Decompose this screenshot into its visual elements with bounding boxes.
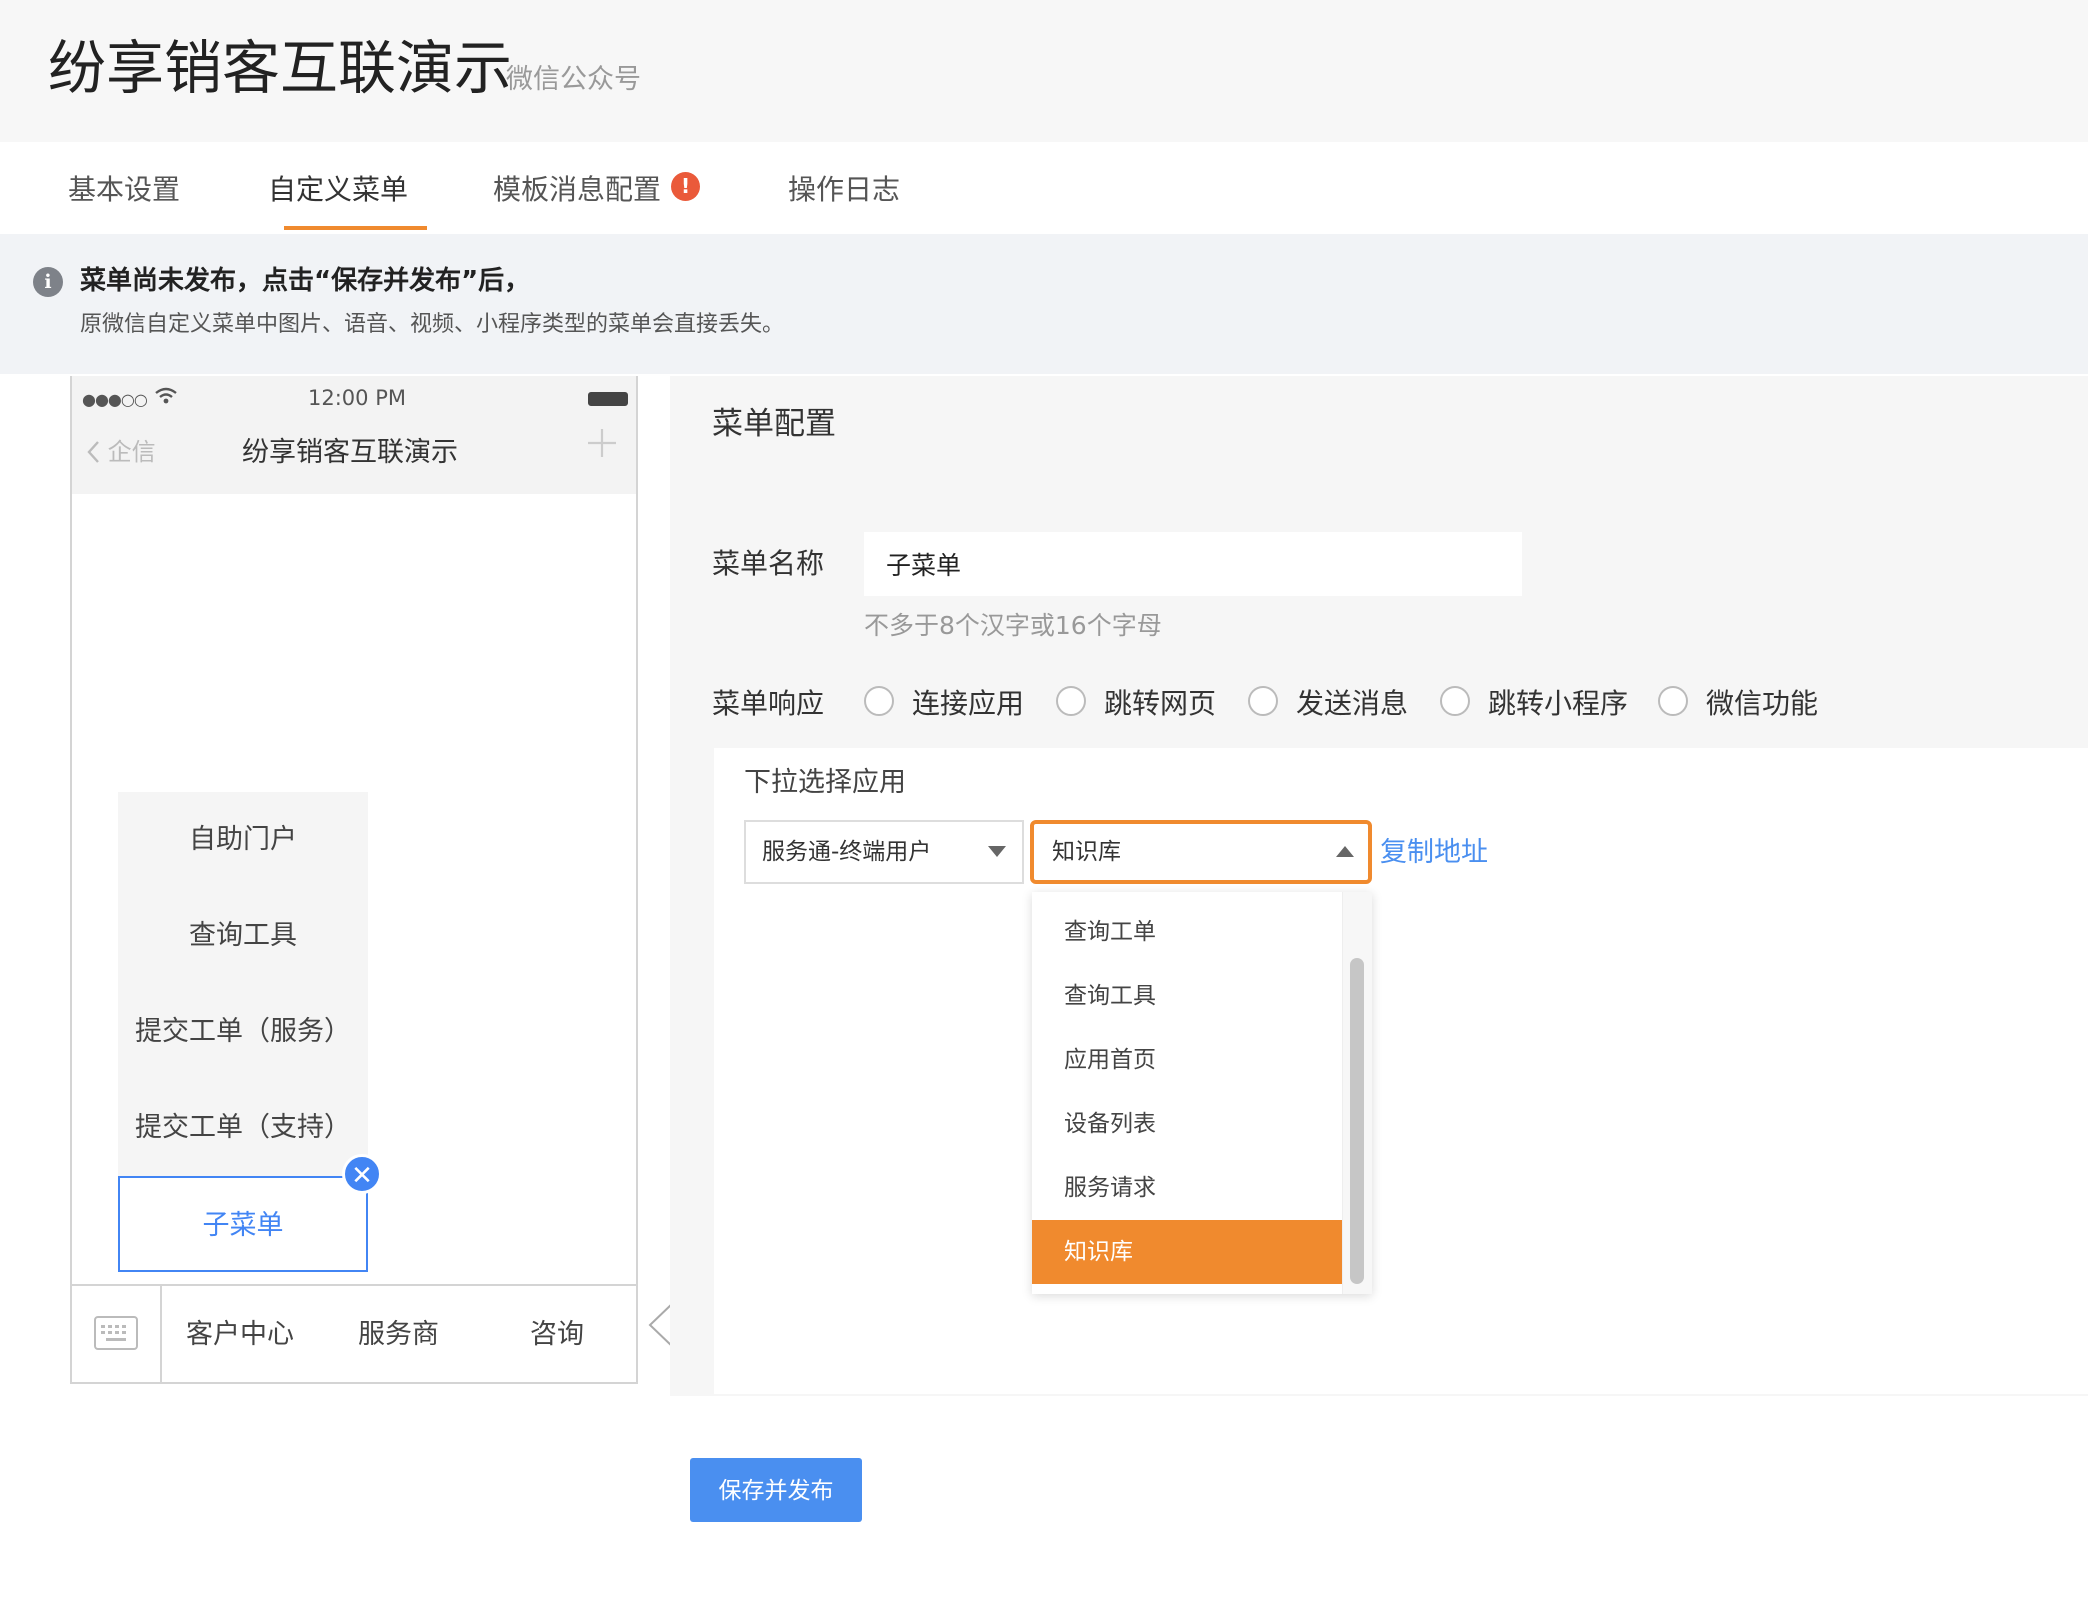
chevron-down-icon xyxy=(988,846,1006,857)
tab-template-message[interactable]: 模板消息配置 xyxy=(493,170,661,210)
bottom-menu-item[interactable]: 客户中心 xyxy=(186,1312,294,1351)
dropdown-option-selected[interactable]: 知识库 xyxy=(1032,1220,1342,1284)
active-tab-indicator xyxy=(284,226,427,230)
radio-label: 连接应用 xyxy=(912,687,1025,720)
phone-back-button[interactable]: 企信 xyxy=(86,432,156,467)
phone-back-label: 企信 xyxy=(107,438,156,466)
app-subtitle: 微信公众号 xyxy=(506,64,641,95)
dropdown-option[interactable]: 应用首页 xyxy=(1032,1028,1342,1092)
plus-icon[interactable] xyxy=(586,420,618,469)
submenu-list: 自助门户 查询工具 提交工单（服务） 提交工单（支持） 子菜单 xyxy=(118,792,368,1272)
keyboard-toggle[interactable] xyxy=(72,1286,162,1382)
wifi-icon xyxy=(154,386,178,412)
tab-basic-settings[interactable]: 基本设置 xyxy=(68,170,180,210)
keyboard-icon xyxy=(94,1316,138,1350)
radio-jump-webpage[interactable] xyxy=(1056,686,1086,716)
app-group-select[interactable]: 服务通-终端用户 xyxy=(744,820,1024,884)
notice-banner xyxy=(0,234,2088,374)
app-dropdown-menu: 查询工单 查询工具 应用首页 设备列表 服务请求 知识库 xyxy=(1032,892,1372,1294)
info-icon: i xyxy=(33,267,63,297)
dropdown-option[interactable]: 服务请求 xyxy=(1032,1156,1342,1220)
close-icon[interactable]: ✕ xyxy=(342,1154,382,1194)
menu-name-input[interactable] xyxy=(864,532,1522,596)
notice-title: 菜单尚未发布，点击“保存并发布”后， xyxy=(80,266,531,296)
submenu-item[interactable]: 自助门户 xyxy=(118,792,368,888)
radio-wechat-function[interactable] xyxy=(1658,686,1688,716)
dropdown-option[interactable]: 设备列表 xyxy=(1032,1092,1342,1156)
menu-name-label: 菜单名称 xyxy=(712,547,825,580)
radio-label: 发送消息 xyxy=(1296,687,1409,720)
phone-title: 纷享销客互联演示 xyxy=(242,437,458,468)
bottom-menu-item[interactable]: 服务商 xyxy=(358,1312,439,1351)
save-publish-button[interactable]: 保存并发布 xyxy=(690,1458,862,1522)
alert-icon: ! xyxy=(671,172,700,201)
config-title: 菜单配置 xyxy=(712,406,836,442)
notice-description: 原微信自定义菜单中图片、语音、视频、小程序类型的菜单会直接丢失。 xyxy=(80,312,785,337)
radio-connect-app[interactable] xyxy=(864,686,894,716)
status-time: 12:00 PM xyxy=(308,386,406,410)
radio-label: 跳转网页 xyxy=(1104,687,1217,720)
submenu-item[interactable]: 提交工单（支持） xyxy=(118,1080,368,1176)
radio-label: 跳转小程序 xyxy=(1488,687,1629,720)
radio-label: 微信功能 xyxy=(1706,687,1819,720)
app-title: 纷享销客互联演示 xyxy=(48,34,513,102)
submenu-item-selected[interactable]: 子菜单 xyxy=(118,1176,368,1272)
bottom-menu-item[interactable]: 咨询 xyxy=(530,1312,584,1351)
phone-preview: ●●●○○ 12:00 PM 企信 纷享销客互联演示 自助门户 查询工具 提交工… xyxy=(70,376,638,1384)
phone-bottom-menu: 客户中心 服务商 咨询 xyxy=(72,1284,636,1382)
submenu-item[interactable]: 查询工具 xyxy=(118,888,368,984)
signal-icon: ●●●○○ xyxy=(82,390,148,409)
menu-response-label: 菜单响应 xyxy=(712,687,825,720)
dropdown-option[interactable]: 查询工具 xyxy=(1032,964,1342,1028)
submenu-item[interactable]: 提交工单（服务） xyxy=(118,984,368,1080)
tab-operation-log[interactable]: 操作日志 xyxy=(788,170,900,210)
app-select[interactable]: 知识库 xyxy=(1030,820,1372,884)
copy-address-link[interactable]: 复制地址 xyxy=(1380,830,1488,869)
scrollbar-thumb[interactable] xyxy=(1350,958,1364,1284)
radio-mini-program[interactable] xyxy=(1440,686,1470,716)
select-app-label: 下拉选择应用 xyxy=(744,767,906,798)
radio-send-message[interactable] xyxy=(1248,686,1278,716)
dropdown-option[interactable]: 查询工单 xyxy=(1032,900,1342,964)
menu-name-hint: 不多于8个汉字或16个字母 xyxy=(864,611,1162,640)
battery-icon xyxy=(588,392,628,406)
phone-header: ●●●○○ 12:00 PM 企信 纷享销客互联演示 xyxy=(72,376,636,494)
tab-custom-menu[interactable]: 自定义菜单 xyxy=(268,170,408,210)
chevron-up-icon xyxy=(1336,846,1354,857)
